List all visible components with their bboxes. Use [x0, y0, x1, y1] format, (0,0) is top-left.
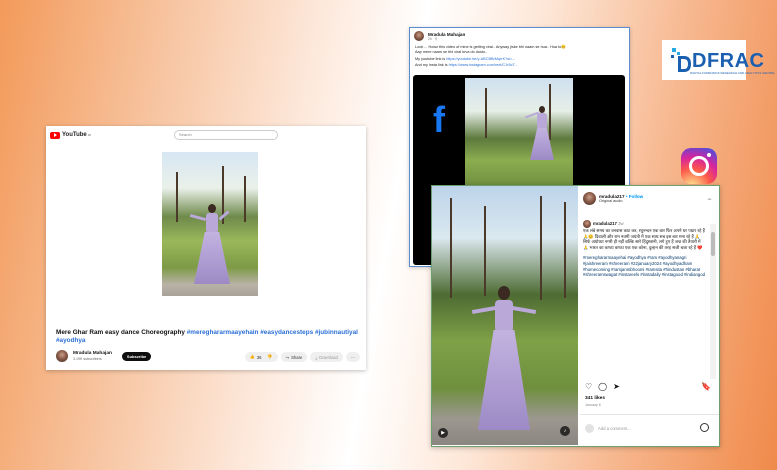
divider — [580, 414, 719, 415]
youtube-search-input[interactable]: Search — [174, 130, 278, 140]
dfrac-name: DFRAC — [692, 50, 765, 72]
volume-icon[interactable]: ♪ — [560, 426, 570, 436]
instagram-post-panel: mradula217 • Follow Original audio ··· m… — [580, 186, 719, 445]
dfrac-mark-icon — [671, 48, 691, 72]
like-count[interactable]: 341 likes — [585, 396, 605, 401]
youtube-video-player[interactable] — [162, 152, 258, 296]
tree — [176, 172, 178, 222]
audio-label[interactable]: Original audio — [599, 199, 643, 203]
avatar[interactable] — [583, 220, 591, 228]
youtube-logo[interactable]: YouTube IN — [50, 131, 91, 139]
emoji-icon[interactable] — [700, 423, 709, 432]
facebook-post-header: Mradula Mahajan 2h · ⚲ — [414, 31, 465, 41]
thumbs-up-icon: 👍 — [249, 354, 255, 359]
share-icon: ↪ — [285, 354, 290, 360]
youtube-channel-info: Mradula Mahajan 3.19K subscribers Subscr… — [56, 350, 152, 362]
youtube-actions: 👍 36 👎 ↪ Share ⤓ Download ··· — [244, 352, 360, 362]
more-options-icon[interactable]: ··· — [707, 196, 712, 203]
instagram-screenshot: ▶ ♪ mradula217 • Follow Original audio ·… — [431, 185, 720, 447]
play-icon[interactable]: ▶ — [438, 428, 448, 438]
heart-icon[interactable]: ♡ — [585, 382, 592, 391]
share-button[interactable]: ↪ Share — [280, 352, 308, 362]
post-author[interactable]: Mradula Mahajan — [428, 32, 465, 37]
instagram-post-header: mradula217 • Follow Original audio — [583, 192, 643, 205]
post-date: January 6 — [585, 403, 601, 407]
youtube-video-title: Mere Ghar Ram easy dance Choreography #m… — [56, 329, 358, 345]
facebook-post-text: Look ... Howz this video of mine is gett… — [415, 45, 566, 67]
avatar — [585, 424, 594, 433]
download-button[interactable]: ⤓ Download — [310, 352, 343, 362]
caption-scrollbar[interactable] — [710, 224, 716, 379]
like-button[interactable]: 👍 36 👎 — [244, 352, 278, 362]
share-icon[interactable]: ➤ — [613, 382, 620, 391]
more-button[interactable]: ··· — [345, 352, 360, 362]
youtube-link[interactable]: https://youtube.be/y-ABCBBrMqrrK?si=... — [446, 57, 515, 61]
facebook-logo-icon: f — [433, 99, 445, 140]
thumbs-down-icon[interactable]: 👎 — [267, 354, 272, 360]
instagram-logo-icon — [681, 148, 717, 184]
bookmark-icon[interactable]: 🔖 — [701, 382, 711, 391]
video-frame — [465, 78, 573, 188]
instagram-reel-video[interactable]: ▶ ♪ — [432, 186, 578, 445]
comment-icon[interactable]: ◯ — [598, 382, 607, 391]
instagram-link[interactable]: https://www.instagram.com/reel/C1r5cT... — [449, 63, 518, 67]
post-time: 2h · ⚲ — [428, 36, 438, 41]
avatar[interactable] — [414, 31, 424, 41]
youtube-play-icon — [50, 131, 60, 139]
channel-name[interactable]: Mradula Mahajan — [73, 351, 112, 356]
download-icon: ⤓ — [315, 354, 318, 360]
instagram-action-bar: ♡ ◯ ➤ 🔖 — [585, 382, 711, 391]
dfrac-subtitle: DIGITAL FORENSICS RESEARCH AND ANALYTICS… — [690, 71, 775, 75]
tree — [244, 176, 246, 222]
follow-button[interactable]: • Follow — [626, 194, 643, 199]
caption-hashtags[interactable]: #mereghararmaayehai #ayodhya #ram #ayodh… — [583, 255, 707, 277]
dfrac-logo: DFRAC DIGITAL FORENSICS RESEARCH AND ANA… — [662, 40, 774, 80]
youtube-screenshot: YouTube IN Search Mere Ghar Ram easy danc… — [46, 126, 366, 370]
scrollbar-thumb[interactable] — [711, 232, 715, 256]
avatar[interactable] — [56, 350, 68, 362]
youtube-header: YouTube IN Search — [46, 126, 366, 144]
subscribe-button[interactable]: Subscribe — [121, 351, 152, 361]
avatar[interactable] — [583, 192, 596, 205]
comment-input[interactable]: Add a comment... — [585, 424, 631, 433]
subscriber-count: 3.19K subscribers — [73, 357, 102, 361]
